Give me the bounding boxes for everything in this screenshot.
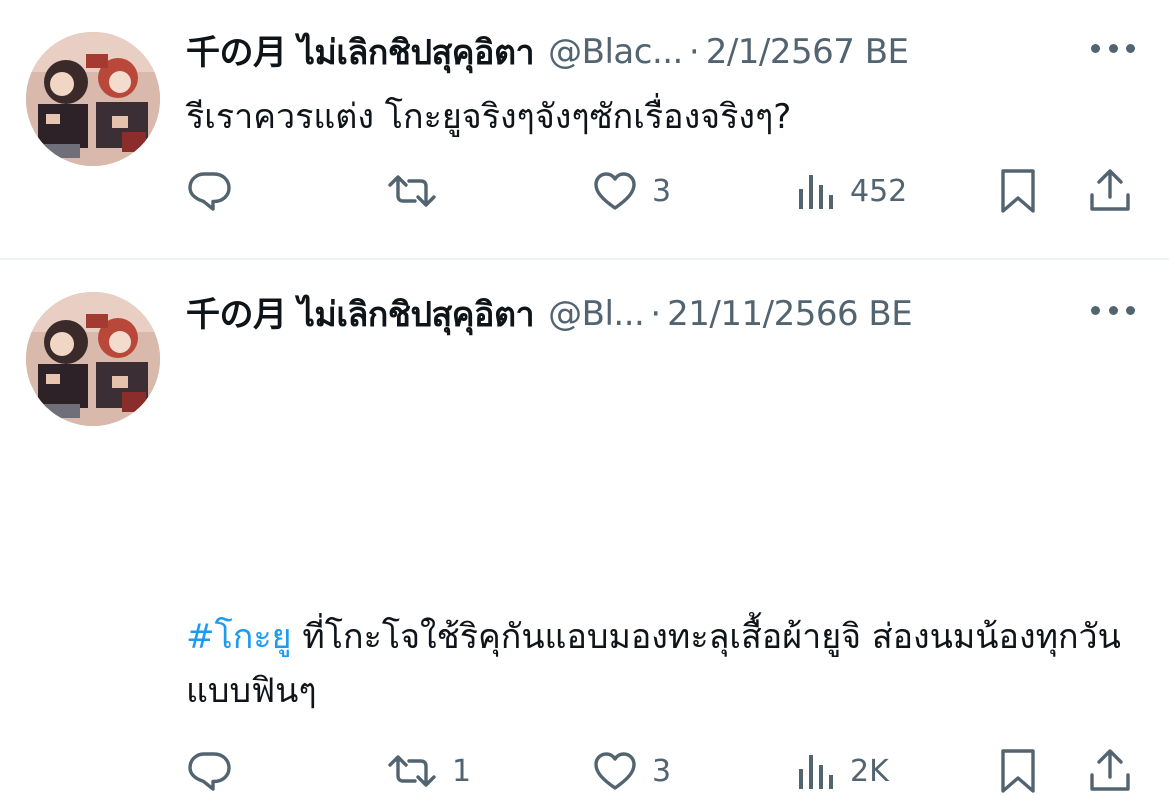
tweet-text-body: รีเราควรแต่ง โกะยูจริงๆจังๆซักเรื่องจริง… xyxy=(186,97,792,137)
display-name[interactable]: 千の月 ไม่เลิกชิปสุคุอิตา xyxy=(186,25,535,79)
hashtag-link[interactable]: #โกะยู xyxy=(186,617,292,657)
like-button[interactable]: 3 xyxy=(592,166,671,216)
avatar[interactable] xyxy=(26,292,160,426)
share-icon xyxy=(1090,749,1130,791)
tweet-date[interactable]: 21/11/2566 BE xyxy=(667,294,913,334)
tweet-text: #โกะยู ที่โกะโจใช้ริคุกันแอบมองทะลุเสื้อ… xyxy=(186,610,1129,718)
tweet-date[interactable]: 2/1/2567 BE xyxy=(706,32,909,72)
reply-button[interactable] xyxy=(186,746,246,796)
tweet-header: 千の月 ไม่เลิกชิปสุคุอิตา @Blac... · 2/1/25… xyxy=(186,28,1149,76)
bookmark-button[interactable] xyxy=(998,746,1038,796)
user-handle[interactable]: @Bl... xyxy=(548,294,645,334)
like-count: 3 xyxy=(652,173,672,209)
display-name[interactable]: 千の月 ไม่เลิกชิปสุคุอิตา xyxy=(186,287,535,341)
tweet-text-body: ที่โกะโจใช้ริคุกันแอบมองทะลุเสื้อผ้ายูจิ… xyxy=(186,617,1121,711)
views-icon xyxy=(799,175,833,209)
reply-button[interactable] xyxy=(186,166,246,216)
share-button[interactable] xyxy=(1088,746,1132,796)
tweet-header: 千の月 ไม่เลิกชิปสุคุอิตา @Bl... · 21/11/25… xyxy=(186,290,1149,338)
retweet-button[interactable] xyxy=(386,166,452,216)
tweet-actions: 3 452 xyxy=(186,166,1146,216)
tweet[interactable]: 千の月 ไม่เลิกชิปสุคุอิตา @Blac... · 2/1/25… xyxy=(0,0,1169,258)
views-button[interactable]: 452 xyxy=(796,166,907,216)
tweet[interactable]: 千の月 ไม่เลิกชิปสุคุอิตา @Bl... · 21/11/25… xyxy=(0,258,1169,793)
more-icon[interactable] xyxy=(1091,300,1135,320)
retweet-icon xyxy=(388,175,436,207)
like-icon xyxy=(594,752,636,790)
reply-icon xyxy=(188,752,231,791)
like-button[interactable]: 3 xyxy=(592,746,671,796)
reply-icon xyxy=(188,172,231,211)
views-count: 452 xyxy=(850,173,908,209)
retweet-button[interactable]: 1 xyxy=(386,746,471,796)
tweet-actions: 1 3 2K xyxy=(186,746,1146,796)
bookmark-icon xyxy=(1001,169,1035,213)
avatar[interactable] xyxy=(26,32,160,166)
separator-dot: · xyxy=(688,32,700,72)
bookmark-icon xyxy=(1001,749,1035,793)
tweet-feed: 千の月 ไม่เลิกชิปสุคุอิตา @Blac... · 2/1/25… xyxy=(0,0,1169,793)
retweet-icon xyxy=(388,755,436,787)
share-button[interactable] xyxy=(1088,166,1132,216)
retweet-count: 1 xyxy=(452,753,472,789)
share-icon xyxy=(1090,169,1130,211)
tweet-text: รีเราควรแต่ง โกะยูจริงๆจังๆซักเรื่องจริง… xyxy=(186,90,1129,144)
like-count: 3 xyxy=(652,753,672,789)
views-icon xyxy=(799,755,833,789)
bookmark-button[interactable] xyxy=(998,166,1038,216)
separator-dot: · xyxy=(650,294,662,334)
like-icon xyxy=(594,172,636,210)
avatar-image xyxy=(26,32,160,166)
user-handle[interactable]: @Blac... xyxy=(548,32,683,72)
more-icon[interactable] xyxy=(1091,38,1135,58)
views-button[interactable]: 2K xyxy=(796,746,889,796)
avatar-image xyxy=(26,292,160,426)
views-count: 2K xyxy=(850,753,889,789)
